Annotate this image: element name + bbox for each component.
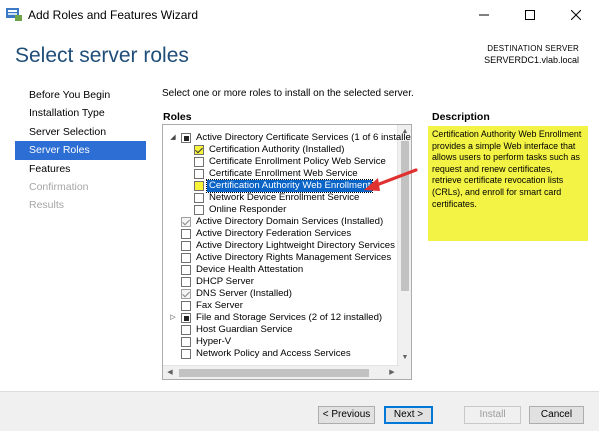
cancel-button[interactable]: Cancel xyxy=(529,406,584,424)
role-checkbox[interactable] xyxy=(194,193,204,203)
scroll-right-icon[interactable]: ▶ xyxy=(385,366,399,379)
wizard-footer: < Previous Next > Install Cancel xyxy=(0,391,599,431)
role-item[interactable]: Active Directory Lightweight Directory S… xyxy=(163,240,399,252)
destination-server-value: SERVERDC1.vlab.local xyxy=(484,55,579,65)
role-item[interactable]: Fax Server xyxy=(163,300,399,312)
maximize-button[interactable] xyxy=(507,0,553,30)
instruction-text: Select one or more roles to install on t… xyxy=(162,88,414,99)
role-label: DNS Server (Installed) xyxy=(196,288,292,299)
nav-item-features[interactable]: Features xyxy=(15,160,146,178)
role-checkbox[interactable] xyxy=(181,301,191,311)
role-label: Active Directory Federation Services xyxy=(196,228,352,239)
role-item[interactable]: Network Policy and Access Services xyxy=(163,348,399,360)
previous-button[interactable]: < Previous xyxy=(318,406,375,424)
role-label: Certification Authority (Installed) xyxy=(209,144,345,155)
window-title: Add Roles and Features Wizard xyxy=(28,8,199,22)
role-checkbox[interactable] xyxy=(181,217,191,227)
nav-item-before-you-begin[interactable]: Before You Begin xyxy=(15,86,146,104)
wizard-steps-nav: Before You Begin Installation Type Server … xyxy=(15,86,146,215)
role-item[interactable]: Device Health Attestation xyxy=(163,264,399,276)
role-label: Fax Server xyxy=(196,300,243,311)
role-item[interactable]: Active Directory Domain Services (Instal… xyxy=(163,216,399,228)
nav-item-server-roles[interactable]: Server Roles xyxy=(15,141,146,160)
role-label: Network Device Enrollment Service xyxy=(209,192,360,203)
role-item[interactable]: ◢ Active Directory Certificate Services (… xyxy=(163,132,411,144)
role-label: Network Policy and Access Services xyxy=(196,348,351,359)
page-title: Select server roles xyxy=(15,44,189,67)
close-icon xyxy=(571,10,581,20)
horizontal-scroll-thumb[interactable] xyxy=(179,369,369,377)
role-checkbox[interactable] xyxy=(194,145,204,155)
role-checkbox[interactable] xyxy=(181,337,191,347)
role-label: Active Directory Certificate Services (1… xyxy=(196,132,411,143)
role-label: Device Health Attestation xyxy=(196,264,304,275)
role-label: Certification Authority Web Enrollment xyxy=(205,179,374,193)
role-item[interactable]: Active Directory Rights Management Servi… xyxy=(163,252,399,264)
role-checkbox[interactable] xyxy=(194,169,204,179)
nav-item-confirmation: Confirmation xyxy=(29,180,89,193)
minimize-button[interactable] xyxy=(461,0,507,30)
scroll-left-icon[interactable]: ◀ xyxy=(163,366,177,379)
role-item[interactable]: DNS Server (Installed) xyxy=(163,288,399,300)
destination-server-label: DESTINATION SERVER xyxy=(487,44,579,53)
role-checkbox[interactable] xyxy=(181,349,191,359)
role-item[interactable]: Host Guardian Service xyxy=(163,324,399,336)
nav-item-results: Results xyxy=(29,199,65,212)
minimize-icon xyxy=(479,14,489,16)
collapse-icon[interactable]: ◢ xyxy=(168,132,178,144)
role-checkbox[interactable] xyxy=(194,181,204,191)
role-item[interactable]: Active Directory Federation Services xyxy=(163,228,399,240)
role-checkbox[interactable] xyxy=(194,157,204,167)
description-heading: Description xyxy=(432,111,490,123)
role-item[interactable]: Hyper-V xyxy=(163,336,399,348)
role-item[interactable]: ▷ File and Storage Services (2 of 12 inst… xyxy=(163,312,399,324)
role-checkbox[interactable] xyxy=(181,265,191,275)
role-item[interactable]: Certification Authority (Installed) xyxy=(163,144,399,156)
role-checkbox[interactable] xyxy=(181,229,191,239)
role-checkbox[interactable] xyxy=(181,325,191,335)
role-checkbox[interactable] xyxy=(181,133,191,143)
role-checkbox[interactable] xyxy=(181,313,191,323)
role-item[interactable]: Online Responder xyxy=(163,204,399,216)
role-label: File and Storage Services (2 of 12 insta… xyxy=(196,312,383,323)
role-checkbox[interactable] xyxy=(181,241,191,251)
roles-horizontal-scrollbar[interactable]: ◀ ▶ xyxy=(163,365,399,379)
role-checkbox[interactable] xyxy=(181,289,191,299)
title-bar: Add Roles and Features Wizard xyxy=(0,0,599,30)
next-button[interactable]: Next > xyxy=(384,406,433,424)
role-checkbox[interactable] xyxy=(181,253,191,263)
role-label: Active Directory Domain Services (Instal… xyxy=(196,216,384,227)
close-button[interactable] xyxy=(553,0,599,30)
role-label: Active Directory Lightweight Directory S… xyxy=(196,240,395,251)
role-label: Online Responder xyxy=(209,204,287,215)
role-label: DHCP Server xyxy=(196,276,254,287)
maximize-icon xyxy=(525,10,535,20)
role-checkbox[interactable] xyxy=(194,205,204,215)
role-label: Certificate Enrollment Web Service xyxy=(209,168,358,179)
role-item[interactable]: DHCP Server xyxy=(163,276,399,288)
nav-item-installation-type[interactable]: Installation Type xyxy=(15,104,146,122)
role-label: Hyper-V xyxy=(196,336,232,347)
role-label: Active Directory Rights Management Servi… xyxy=(196,252,392,263)
install-button[interactable]: Install xyxy=(464,406,521,424)
role-checkbox[interactable] xyxy=(181,277,191,287)
expand-icon[interactable]: ▷ xyxy=(168,312,178,324)
server-manager-icon xyxy=(6,7,22,21)
role-description: Certification Authority Web Enrollment p… xyxy=(428,126,588,241)
role-label: Host Guardian Service xyxy=(196,324,293,335)
roles-heading: Roles xyxy=(163,111,192,123)
nav-item-server-selection[interactable]: Server Selection xyxy=(15,123,146,141)
scroll-down-icon[interactable]: ▼ xyxy=(398,351,411,365)
annotation-arrow-icon xyxy=(364,168,418,191)
